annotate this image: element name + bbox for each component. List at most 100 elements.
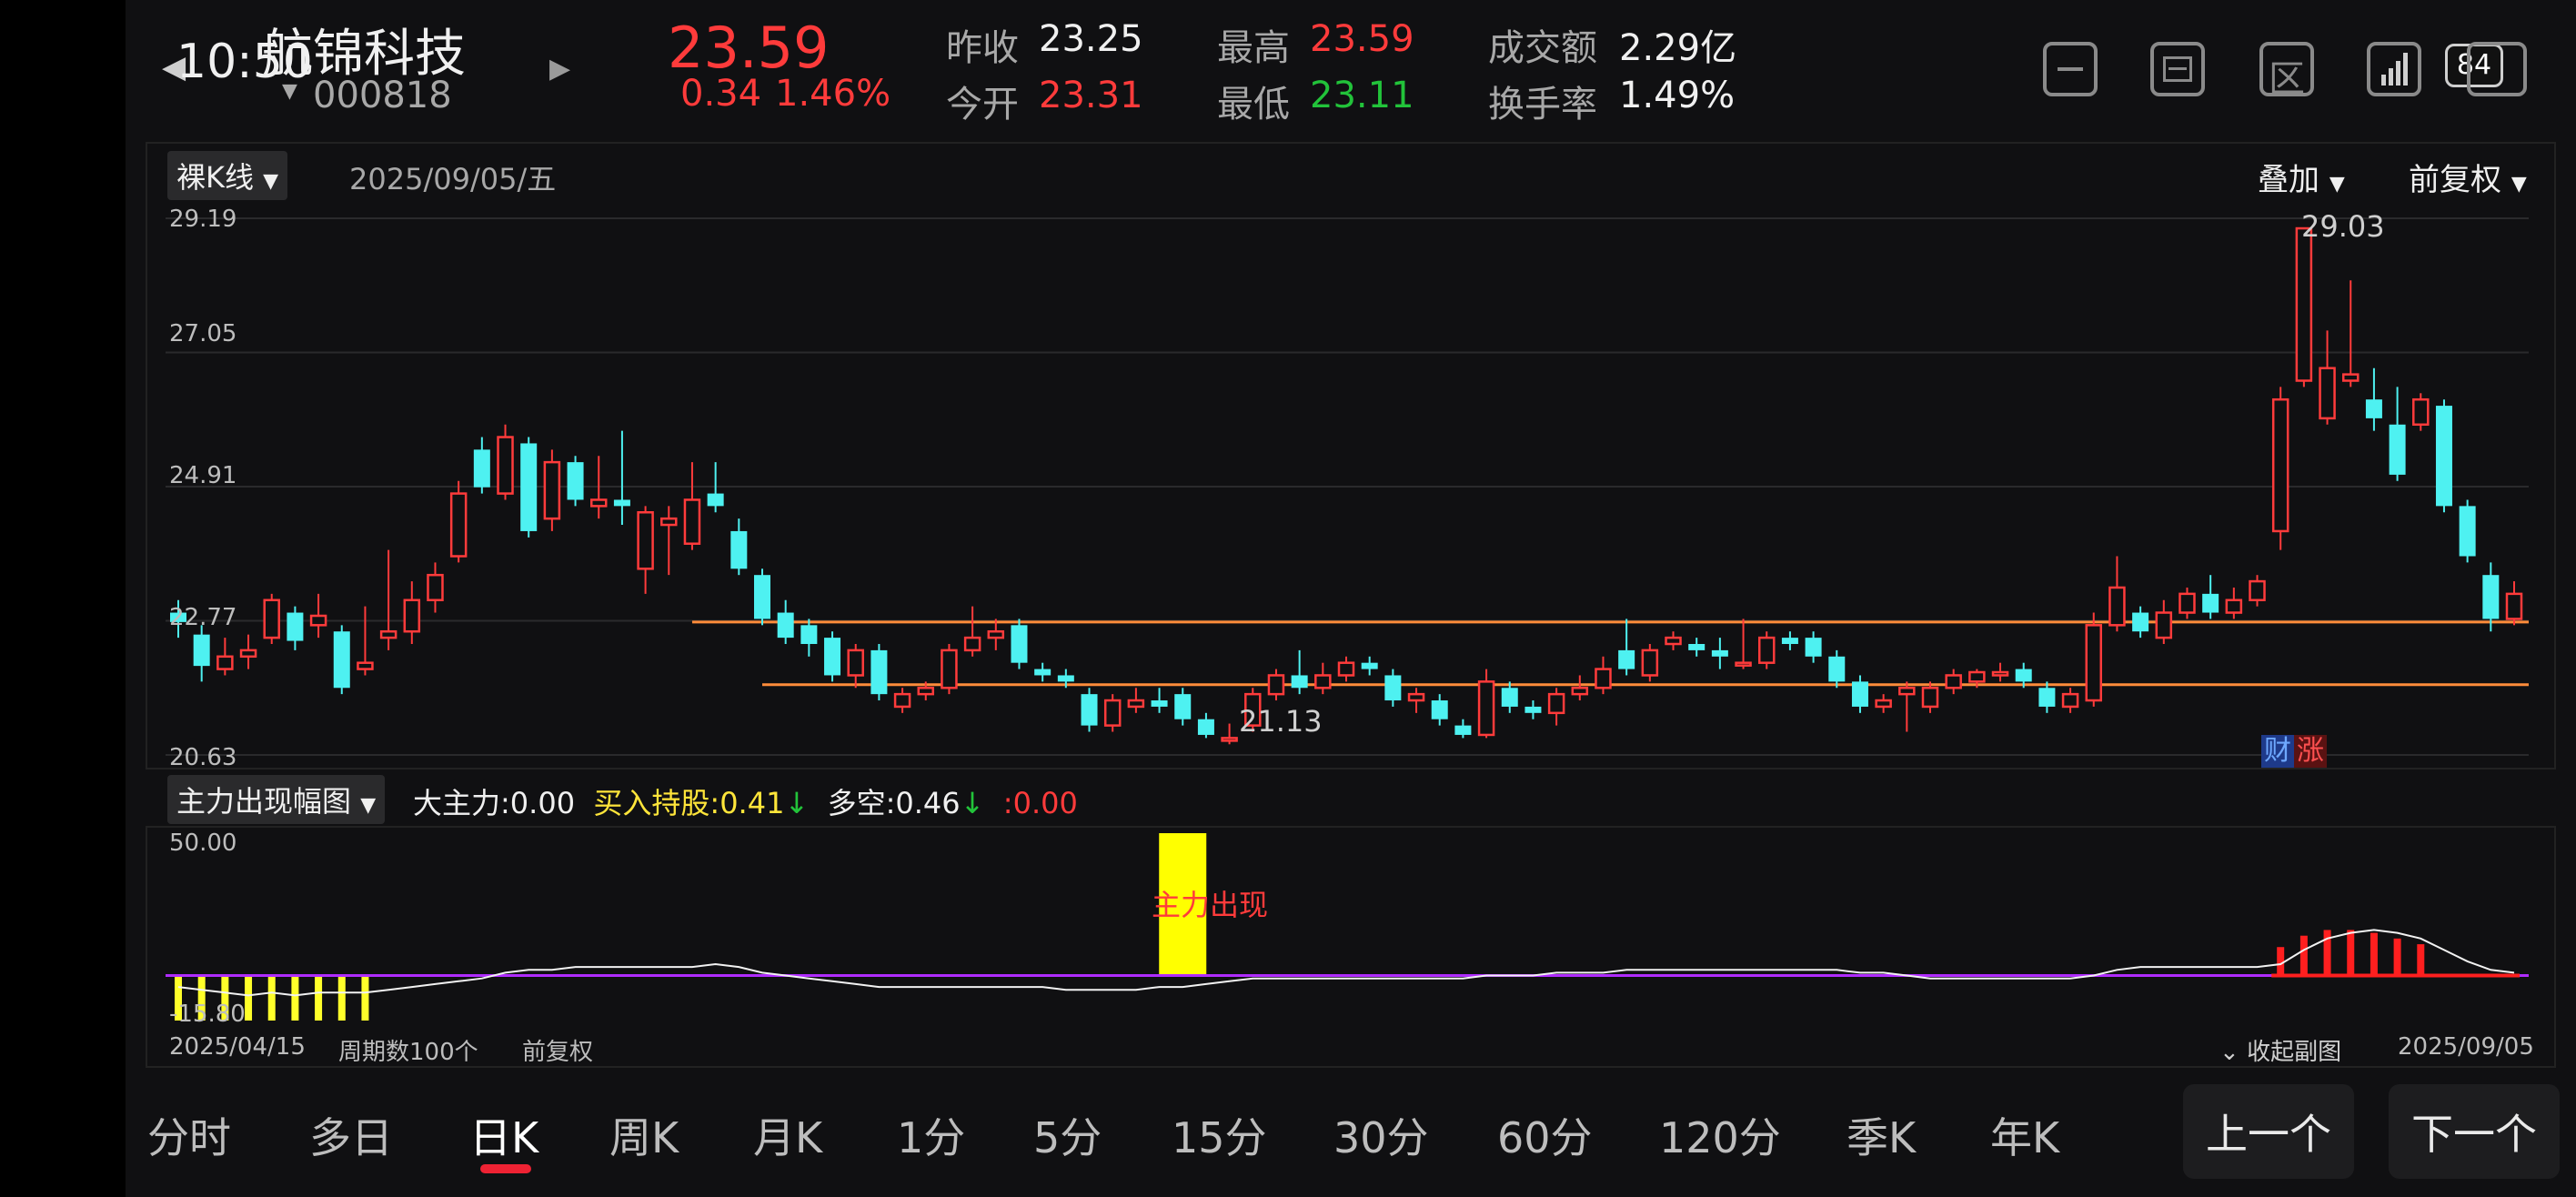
candle-body	[1407, 692, 1425, 702]
candle-body	[2295, 226, 2313, 382]
candle-body	[1805, 638, 1822, 657]
candle-body	[1898, 687, 1916, 696]
candle-body	[1828, 656, 1846, 682]
end-date: 2025/09/05	[2398, 1033, 2534, 1061]
candle-body	[1103, 699, 1122, 727]
candle-body	[473, 449, 490, 488]
candle-body	[2482, 575, 2500, 619]
candle-body	[917, 687, 935, 696]
candle-body	[1081, 694, 1098, 726]
tab-月K[interactable]: 月K	[753, 1105, 822, 1165]
tab-多日[interactable]: 多日	[309, 1105, 393, 1165]
candle-body	[2435, 406, 2452, 507]
candle-body	[1781, 638, 1798, 645]
candle-body	[543, 460, 561, 520]
limit-up-badge[interactable]: 涨	[2294, 735, 2327, 768]
candle-body	[707, 493, 724, 507]
candle-body	[1711, 649, 1728, 657]
candle-body	[824, 638, 841, 676]
indicator-dropdown[interactable]: 主力出现幅图 ▼	[167, 775, 386, 824]
candle-body	[1501, 688, 1518, 707]
start-date: 2025/04/15	[169, 1033, 306, 1061]
candle-body	[2202, 593, 2219, 613]
y-tick-4: 22.77	[169, 604, 237, 631]
candle-body	[2015, 669, 2032, 682]
candle-body	[1851, 681, 1868, 707]
candle-body	[2319, 367, 2336, 420]
candle-body	[870, 649, 888, 695]
down-arrow-icon: ↓	[784, 786, 810, 820]
candle-body	[2132, 612, 2149, 632]
candle-body	[449, 492, 468, 558]
tab-15分[interactable]: 15分	[1172, 1105, 1267, 1165]
candle-body	[1034, 669, 1052, 676]
main-force-annotation: 主力出现	[1152, 888, 1269, 922]
candle-body	[1571, 687, 1589, 696]
tab-周K[interactable]: 周K	[609, 1105, 679, 1165]
candle-body	[754, 575, 770, 619]
candle-body	[963, 636, 981, 652]
y-tick-1: 29.19	[169, 206, 237, 233]
candle-body	[1454, 725, 1472, 735]
candle-body	[1945, 674, 1962, 689]
candle-body	[216, 655, 234, 670]
candle-body	[193, 634, 210, 667]
candle-body	[2459, 506, 2476, 557]
indicator-legend: 大主力:0.00 买入持股:0.41↓ 多空:0.46↓ :0.00	[413, 786, 1078, 820]
candle-body	[1477, 680, 1495, 737]
finance-badge[interactable]: 财	[2261, 735, 2294, 768]
candle-body	[2271, 397, 2289, 533]
tab-1分[interactable]: 1分	[897, 1105, 965, 1165]
prev-stock-button[interactable]: 上一个	[2183, 1084, 2354, 1179]
candle-body	[1641, 649, 1659, 677]
y-tick-5: 20.63	[169, 744, 237, 771]
candle-body	[2249, 579, 2266, 602]
candle-body	[1735, 661, 1752, 667]
candle-body	[1127, 699, 1145, 709]
candle-body	[427, 573, 444, 602]
candle-body	[1524, 706, 1542, 713]
candle-body	[1921, 687, 1939, 709]
y-tick-2: 27.05	[169, 320, 237, 347]
candle-body	[683, 498, 701, 545]
legend-value: 0.46	[895, 786, 961, 820]
candle-body	[777, 612, 794, 639]
candle-body	[893, 692, 911, 709]
tab-5分[interactable]: 5分	[1033, 1105, 1102, 1165]
next-stock-button[interactable]: 下一个	[2389, 1084, 2560, 1179]
candle-body	[1875, 699, 1892, 709]
candle-body	[1174, 694, 1192, 719]
candle-body	[1968, 670, 1986, 683]
candle-body	[2179, 592, 2196, 614]
candle-body	[589, 498, 608, 508]
legend-label: 买入持股	[593, 786, 710, 820]
candle-body	[379, 629, 397, 639]
candle-body	[987, 629, 1005, 639]
candle-body	[1151, 700, 1168, 707]
candle-body	[941, 649, 958, 689]
candle-body	[1547, 692, 1565, 715]
candle-body	[2038, 688, 2056, 707]
tab-年K[interactable]: 年K	[1990, 1105, 2059, 1165]
candle-body	[2505, 592, 2523, 620]
tab-120分[interactable]: 120分	[1659, 1105, 1781, 1165]
tab-日K[interactable]: 日K	[469, 1105, 538, 1165]
sub-y-top: 50.00	[169, 830, 237, 857]
candle-body	[1011, 625, 1028, 663]
collapse-subchart-button[interactable]: ⌄ 收起副图	[2219, 1033, 2341, 1067]
tab-60分[interactable]: 60分	[1497, 1105, 1593, 1165]
candle-body	[309, 614, 327, 627]
tab-30分[interactable]: 30分	[1333, 1105, 1429, 1165]
chevron-down-icon: ⌄	[2219, 1039, 2239, 1066]
candle-body	[1384, 675, 1402, 701]
tab-分时[interactable]: 分时	[147, 1105, 231, 1165]
tab-季K[interactable]: 季K	[1846, 1105, 1916, 1165]
indicator-panel	[146, 826, 2556, 1068]
candle-body	[730, 530, 748, 569]
period-low-label: 21.13	[1239, 704, 1323, 739]
candle-body	[2155, 611, 2173, 639]
candle-body	[1221, 737, 1238, 742]
candle-body	[660, 517, 678, 527]
legend-value: 0.00	[1012, 786, 1078, 820]
candle-body	[2061, 692, 2079, 709]
